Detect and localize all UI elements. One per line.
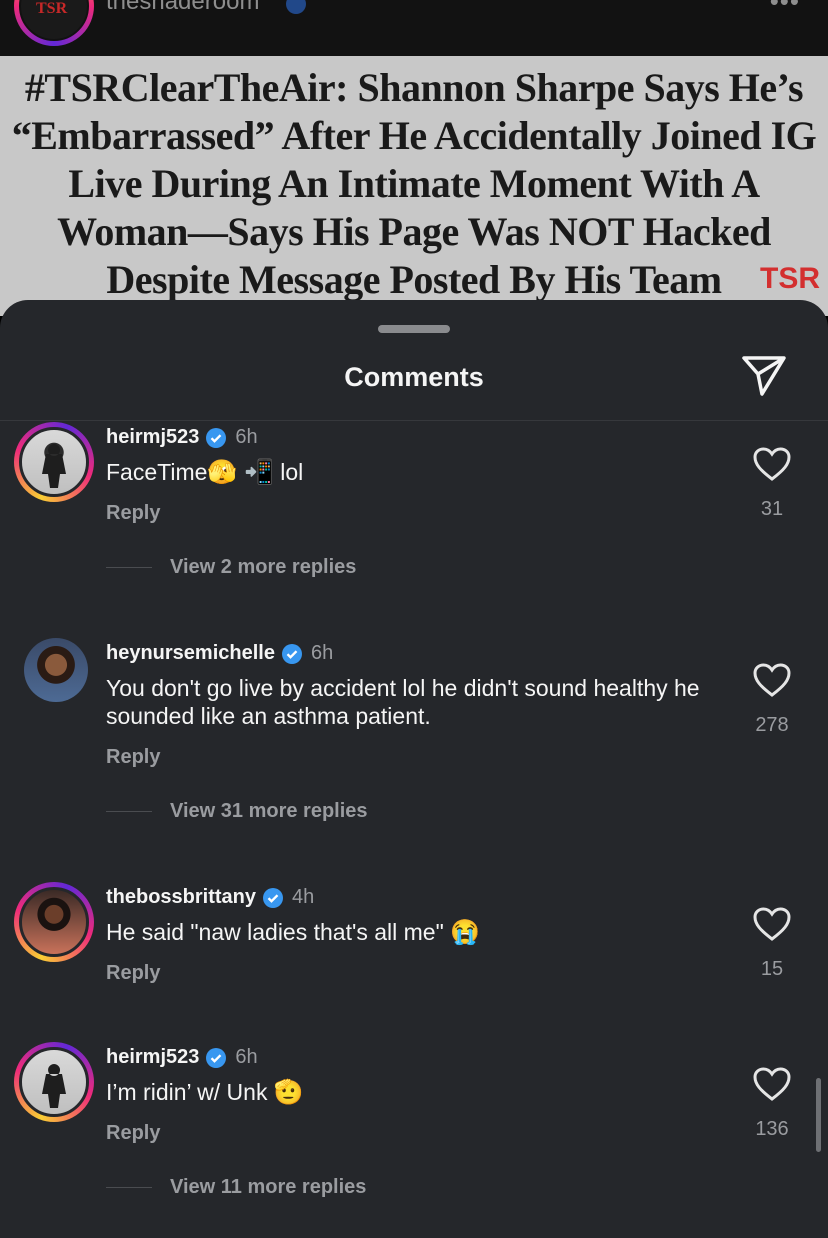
post-logo-text: TSR [36,0,68,17]
view-replies-button[interactable]: View 11 more replies [106,1176,366,1199]
emoji: 😭 [450,919,481,946]
heart-icon[interactable] [752,446,792,482]
post-image: #TSRClearTheAir: Shannon Sharpe Says He’… [0,56,828,316]
comment-header: thebossbrittany 4h [106,886,314,909]
heart-icon[interactable] [752,1066,792,1102]
emoji: 🫡 [273,1079,304,1106]
reply-button[interactable]: Reply [106,1122,160,1145]
divider [0,420,828,421]
comment-text-main: He said "naw ladies that's all me" [106,919,444,945]
comment-text-main: I’m ridin’ w/ Unk [106,1079,268,1105]
replies-line [106,1187,152,1188]
like-count: 31 [760,498,784,520]
post-avatar[interactable]: TSR [14,0,94,46]
view-replies-button[interactable]: View 31 more replies [106,800,368,823]
comment-time: 6h [235,426,258,448]
avatar[interactable] [14,422,94,502]
verified-icon [206,1047,227,1068]
avatar[interactable] [14,1042,94,1122]
comment-text: FaceTime🫣 📲 lol [106,458,706,487]
heart-icon[interactable] [752,906,792,942]
comment-time: 6h [310,642,334,664]
avatar[interactable] [24,638,88,702]
like-count: 136 [755,1118,789,1140]
post-header: TSR theshaderoom ••• [0,0,828,56]
comment-text-after: lol [280,459,304,485]
comment-username[interactable]: heirmj523 [106,1046,199,1069]
comment-time: 6h [235,1046,258,1068]
replies-line [106,567,152,568]
comment-header: heirmj523 6h [106,426,258,449]
avatar[interactable] [14,882,94,962]
verified-icon [286,0,306,14]
like-count: 15 [760,958,784,980]
comment-username[interactable]: heynursemichelle [106,642,275,665]
like-count: 278 [755,714,789,736]
verified-icon [281,643,302,664]
comment-username[interactable]: heirmj523 [106,426,199,449]
verified-icon [263,887,284,908]
comment-text: He said "naw ladies that's all me" 😭 [106,918,706,947]
comment-text: I’m ridin’ w/ Unk 🫡 [106,1078,706,1107]
comment-header: heirmj523 6h [106,1046,258,1069]
drag-handle[interactable] [378,325,450,333]
reply-button[interactable]: Reply [106,962,160,985]
tsr-watermark: TSR [760,262,820,295]
share-icon[interactable] [740,354,788,398]
verified-icon [206,427,227,448]
reply-button[interactable]: Reply [106,502,160,525]
comment-text: You don't go live by accident lol he did… [106,675,700,729]
more-options-icon[interactable]: ••• [770,0,800,17]
post-headline: #TSRClearTheAir: Shannon Sharpe Says He’… [11,65,817,302]
post-username[interactable]: theshaderoom [106,0,259,16]
emoji: 🫣 📲 [207,459,274,486]
view-replies-button[interactable]: View 2 more replies [106,556,356,579]
comment-username[interactable]: thebossbrittany [106,886,256,909]
view-replies-label[interactable]: View 11 more replies [170,1176,366,1199]
view-replies-label[interactable]: View 2 more replies [170,556,356,579]
sheet-title: Comments [344,362,484,392]
comment-header: heynursemichelle 6h [106,642,333,665]
replies-line [106,811,152,812]
comment-text-main: FaceTime [106,459,208,485]
heart-icon[interactable] [752,662,792,698]
reply-button[interactable]: Reply [106,746,160,769]
comment-time: 4h [292,886,315,908]
view-replies-label[interactable]: View 31 more replies [170,800,368,823]
scrollbar[interactable] [816,1078,821,1152]
